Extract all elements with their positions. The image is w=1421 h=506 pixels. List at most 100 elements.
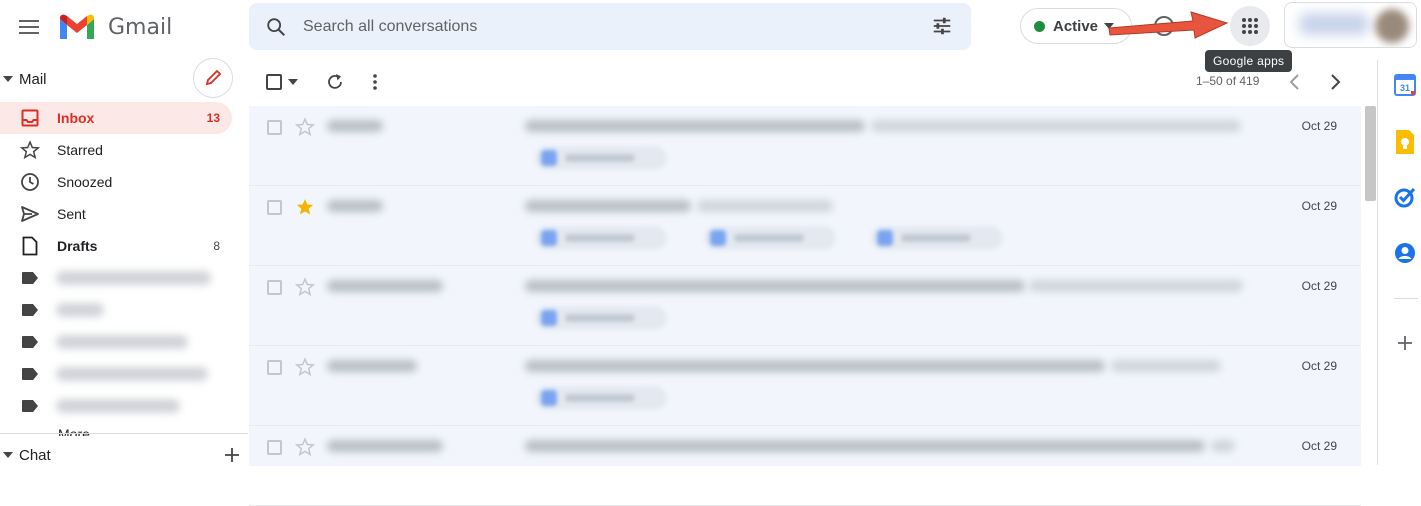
snippet-blurred [1029, 280, 1243, 292]
divider [1377, 60, 1378, 465]
star-outline-icon[interactable] [295, 357, 315, 377]
unread-count: 13 [206, 111, 220, 125]
attachment-chip[interactable] [535, 146, 667, 170]
snippet-blurred [871, 120, 1241, 132]
email-date: Oct 29 [1301, 119, 1337, 133]
email-date: Oct 29 [1301, 439, 1337, 453]
sidebar-label-item[interactable] [0, 326, 232, 358]
snippet-blurred [1111, 360, 1221, 372]
google-apps-tooltip: Google apps [1205, 50, 1293, 72]
email-row[interactable]: Oct 29 [249, 346, 1361, 426]
row-checkbox[interactable] [267, 200, 282, 215]
draft-count: 8 [213, 239, 220, 253]
scrollbar-thumb[interactable] [1365, 106, 1376, 201]
send-icon [18, 204, 42, 224]
attachment-chip[interactable] [535, 226, 667, 250]
clock-icon [18, 172, 42, 192]
chevron-down-icon [288, 79, 298, 85]
snippet-blurred [697, 200, 833, 212]
star-outline-icon[interactable] [295, 437, 315, 457]
sidebar-label-item[interactable] [0, 390, 232, 422]
older-page-button[interactable] [1286, 72, 1304, 92]
sidebar-item-snoozed[interactable]: Snoozed [0, 166, 232, 198]
label-name-blurred [56, 335, 188, 349]
apps-grid-icon [1242, 18, 1258, 34]
more-vert-icon [373, 74, 377, 90]
email-row[interactable]: Oct 29 [249, 266, 1361, 346]
account-button[interactable] [1284, 2, 1417, 48]
sender-blurred [327, 360, 417, 372]
row-checkbox[interactable] [267, 120, 282, 135]
email-date: Oct 29 [1301, 359, 1337, 373]
status-dot [1034, 20, 1045, 32]
label-name-blurred [56, 271, 211, 285]
search-icon[interactable] [265, 16, 287, 38]
sender-blurred [327, 440, 443, 452]
search-bar[interactable] [249, 3, 971, 50]
attachment-chip[interactable] [871, 226, 1003, 250]
row-checkbox[interactable] [267, 280, 282, 295]
star-filled-icon[interactable] [295, 197, 315, 217]
search-input[interactable] [303, 17, 903, 36]
row-checkbox[interactable] [267, 360, 282, 375]
star-outline-icon[interactable] [295, 117, 315, 137]
pencil-icon [205, 69, 222, 86]
email-row[interactable]: Oct 29 [249, 186, 1361, 266]
sidebar-item-starred[interactable]: Starred [0, 134, 232, 166]
label-icon [18, 304, 42, 316]
contacts-icon[interactable] [1394, 242, 1418, 266]
sender-blurred [327, 280, 443, 292]
chevron-right-icon [1331, 74, 1341, 90]
plus-icon[interactable] [224, 447, 240, 463]
divider [1394, 298, 1418, 299]
sidebar-item-label: Snoozed [57, 174, 113, 190]
attachment-chip[interactable] [704, 226, 836, 250]
sidebar-item-drafts[interactable]: Drafts 8 [0, 230, 232, 262]
keep-icon[interactable] [1394, 130, 1418, 154]
refresh-button[interactable] [325, 72, 345, 92]
sidebar-more[interactable]: More [58, 426, 90, 436]
sidebar-item-sent[interactable]: Sent [0, 198, 232, 230]
tasks-icon[interactable] [1394, 186, 1418, 210]
sidebar-item-inbox[interactable]: Inbox 13 [0, 102, 232, 134]
label-icon [18, 368, 42, 380]
row-checkbox[interactable] [267, 440, 282, 455]
sidebar-label-item[interactable] [0, 358, 232, 390]
attachment-chip[interactable] [535, 306, 667, 330]
search-options-icon[interactable] [931, 15, 953, 37]
subject-blurred [525, 280, 1025, 292]
select-all-checkbox[interactable] [266, 72, 306, 92]
label-name-blurred [56, 367, 208, 381]
label-name-blurred [56, 399, 180, 413]
sidebar-label-item[interactable] [0, 294, 232, 326]
sidebar-label-item[interactable] [0, 262, 232, 294]
sidebar-item-label: Starred [57, 142, 103, 158]
google-apps-button[interactable] [1230, 6, 1270, 46]
chat-section-header[interactable]: Chat [0, 445, 240, 465]
calendar-icon[interactable]: 31 [1394, 74, 1418, 98]
newer-page-button[interactable] [1326, 72, 1344, 92]
star-outline-icon[interactable] [295, 277, 315, 297]
email-list: Oct 29 Oct 29 Oct 29 Oct 29 Oct 29 [249, 106, 1361, 506]
subject-blurred [525, 200, 691, 212]
chevron-left-icon [1289, 74, 1299, 90]
label-name-blurred [56, 303, 104, 317]
avatar [1375, 9, 1409, 43]
add-addon-icon[interactable] [1394, 332, 1418, 356]
main-menu-button[interactable] [14, 12, 44, 42]
gmail-logo[interactable]: Gmail [58, 10, 172, 44]
mail-section-header[interactable]: Mail [0, 68, 150, 90]
label-icon [18, 272, 42, 284]
compose-button[interactable] [193, 58, 233, 98]
attachment-chip[interactable] [535, 386, 667, 410]
email-row[interactable]: Oct 29 [249, 106, 1361, 186]
more-actions-button[interactable] [366, 72, 384, 92]
subject-blurred [525, 360, 1105, 372]
account-name-blurred [1299, 13, 1369, 35]
caret-down-icon [3, 452, 13, 458]
checkbox [266, 74, 282, 90]
gmail-m-icon [60, 14, 94, 39]
email-row[interactable]: Oct 29 [249, 426, 1361, 506]
divider [0, 433, 248, 434]
star-outline-icon [18, 140, 42, 160]
